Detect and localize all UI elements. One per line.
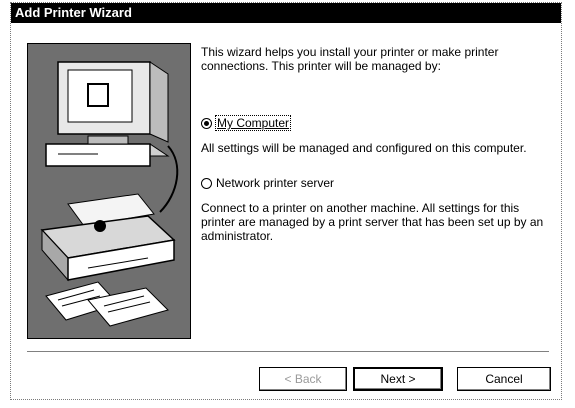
- next-button[interactable]: Next >: [353, 367, 443, 391]
- wizard-content: This wizard helps you install your print…: [201, 45, 551, 243]
- intro-text: This wizard helps you install your print…: [201, 45, 499, 73]
- back-button[interactable]: < Back: [259, 367, 347, 391]
- window-title: Add Printer Wizard: [11, 3, 561, 23]
- computer-icon: [45, 61, 170, 167]
- option-network-printer-server[interactable]: Network printer server: [201, 175, 551, 191]
- cancel-button[interactable]: Cancel: [457, 367, 551, 391]
- button-separator: [27, 351, 549, 353]
- my-computer-radio[interactable]: [201, 117, 212, 129]
- my-computer-description: All settings will be managed and configu…: [201, 141, 527, 155]
- printer-icon: [40, 193, 176, 282]
- add-printer-wizard-window: Add Printer Wizard This wizard helps you…: [10, 2, 562, 400]
- network-printer-server-description: Connect to a printer on another machine.…: [201, 201, 544, 243]
- network-printer-server-label[interactable]: Network printer server: [216, 176, 334, 190]
- wizard-illustration: [27, 43, 191, 339]
- paper-documents-icon: [45, 281, 169, 327]
- my-computer-label[interactable]: My Computer: [214, 115, 292, 131]
- option-my-computer[interactable]: My Computer: [201, 115, 551, 131]
- network-printer-server-radio[interactable]: [201, 177, 212, 189]
